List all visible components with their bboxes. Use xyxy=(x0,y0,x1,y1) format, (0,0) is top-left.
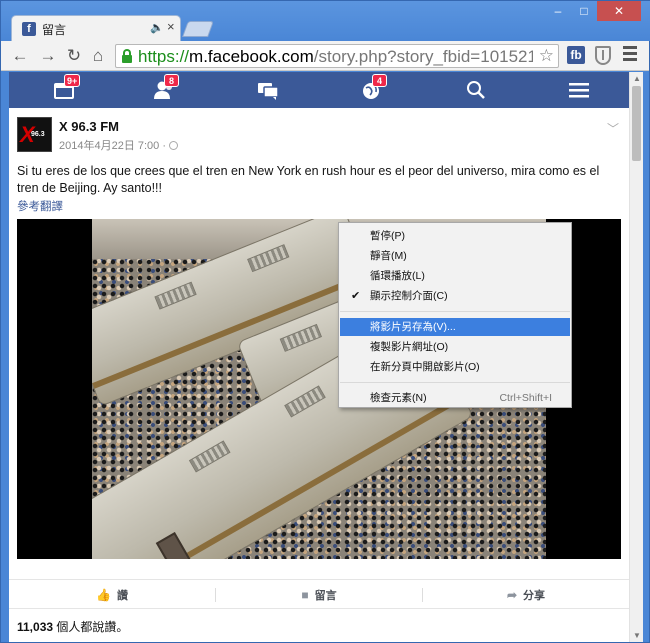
page-avatar[interactable]: X 96.3 xyxy=(17,117,52,152)
ctx-inspect-element[interactable]: 檢查元素(N) Ctrl+Shift+I xyxy=(340,389,570,407)
checkmark-icon: ✔ xyxy=(351,290,361,302)
browser-toolbar: ← → ↻ ⌂ https://m.facebook.com/story.php… xyxy=(1,41,649,71)
home-icon[interactable]: ⌂ xyxy=(87,45,109,67)
ctx-copy-video-url[interactable]: 複製影片網址(O) xyxy=(340,338,570,356)
scroll-thumb[interactable] xyxy=(632,86,641,161)
chrome-menu-icon[interactable] xyxy=(623,46,637,64)
post-timestamp[interactable]: 2014年4月22日 7:00 · xyxy=(59,137,179,153)
browser-tab[interactable]: f 留言 🔈 × xyxy=(11,15,181,41)
ctx-mute[interactable]: 靜音(M) xyxy=(340,247,570,265)
scroll-down-arrow-icon[interactable]: ▼ xyxy=(633,631,641,640)
like-button[interactable]: 👍 讚 xyxy=(9,580,215,610)
forward-arrow-icon[interactable]: → xyxy=(37,45,59,67)
new-tab-button[interactable] xyxy=(182,21,214,37)
like-count[interactable]: 11,033 個人都說讚。 xyxy=(17,618,128,635)
messages-icon[interactable] xyxy=(255,77,281,103)
ctx-shortcut: Ctrl+Shift+I xyxy=(499,392,552,404)
scroll-up-arrow-icon[interactable]: ▲ xyxy=(633,74,641,83)
tab-close-icon[interactable]: × xyxy=(167,19,175,34)
page-name[interactable]: X 96.3 FM xyxy=(59,119,119,134)
page-scrollbar[interactable]: ▲ ▼ xyxy=(629,72,643,642)
comment-button[interactable]: ■ 留言 xyxy=(216,580,422,610)
minimize-button[interactable]: – xyxy=(545,1,571,21)
chevron-down-icon[interactable]: ﹀ xyxy=(607,120,619,137)
ctx-loop[interactable]: 循環播放(L) xyxy=(340,267,570,285)
post-text: Si tu eres de los que crees que el tren … xyxy=(17,164,600,195)
shield-extension-icon[interactable] xyxy=(595,46,611,65)
tab-title: 留言 xyxy=(42,23,67,37)
window-controls: – □ ✕ xyxy=(545,1,641,21)
facebook-extension-icon[interactable]: fb xyxy=(567,46,585,64)
comment-bubble-icon: ■ xyxy=(301,588,309,602)
reload-icon[interactable]: ↻ xyxy=(63,45,85,67)
avatar-frequency: 96.3 xyxy=(31,131,45,138)
ctx-separator xyxy=(340,382,570,383)
video-context-menu: 暫停(P) 靜音(M) 循環播放(L) ✔ 顯示控制介面(C) 將影片另存為(V)… xyxy=(338,222,572,408)
ctx-open-video-new-tab[interactable]: 在新分頁中開啟影片(O) xyxy=(340,358,570,376)
maximize-button[interactable]: □ xyxy=(571,1,597,21)
back-arrow-icon[interactable]: ← xyxy=(9,45,31,67)
notifications-badge: 4 xyxy=(372,74,387,87)
requests-badge: 9+ xyxy=(64,74,81,87)
facebook-favicon-icon: f xyxy=(22,22,36,36)
bookmark-star-icon[interactable]: ☆ xyxy=(539,46,554,66)
facebook-nav-bar: 9+ 8 4 xyxy=(9,72,629,108)
url-text: https://m.facebook.com/story.php?story_f… xyxy=(138,47,533,66)
see-translation-link[interactable]: 參考翻譯 xyxy=(17,198,63,214)
ctx-pause[interactable]: 暫停(P) xyxy=(340,227,570,245)
search-icon[interactable] xyxy=(463,77,489,103)
ctx-show-controls[interactable]: ✔ 顯示控制介面(C) xyxy=(340,287,570,305)
share-arrow-icon: ➦ xyxy=(506,588,518,602)
notifications-globe-icon[interactable]: 4 xyxy=(359,74,387,103)
ctx-separator xyxy=(340,311,570,312)
share-button[interactable]: ➦ 分享 xyxy=(423,580,629,610)
ctx-save-video-as[interactable]: 將影片另存為(V)... xyxy=(340,318,570,336)
browser-window: f 留言 🔈 × – □ ✕ ← → ↻ ⌂ https://m.faceboo… xyxy=(0,0,650,643)
hamburger-menu-icon[interactable] xyxy=(566,77,592,103)
speaker-icon[interactable]: 🔈 xyxy=(150,21,164,34)
lock-icon xyxy=(122,49,132,63)
title-bar: f 留言 🔈 × – □ ✕ xyxy=(1,1,650,41)
friends-badge: 8 xyxy=(164,74,179,87)
friend-requests-icon[interactable]: 9+ xyxy=(51,74,81,103)
friends-icon[interactable]: 8 xyxy=(151,74,179,103)
post-actions-bar: 👍 讚 ■ 留言 ➦ 分享 xyxy=(9,579,629,609)
address-bar[interactable]: https://m.facebook.com/story.php?story_f… xyxy=(115,44,559,68)
thumbs-up-icon: 👍 xyxy=(96,588,111,602)
close-window-button[interactable]: ✕ xyxy=(597,1,641,21)
globe-icon xyxy=(169,141,179,150)
